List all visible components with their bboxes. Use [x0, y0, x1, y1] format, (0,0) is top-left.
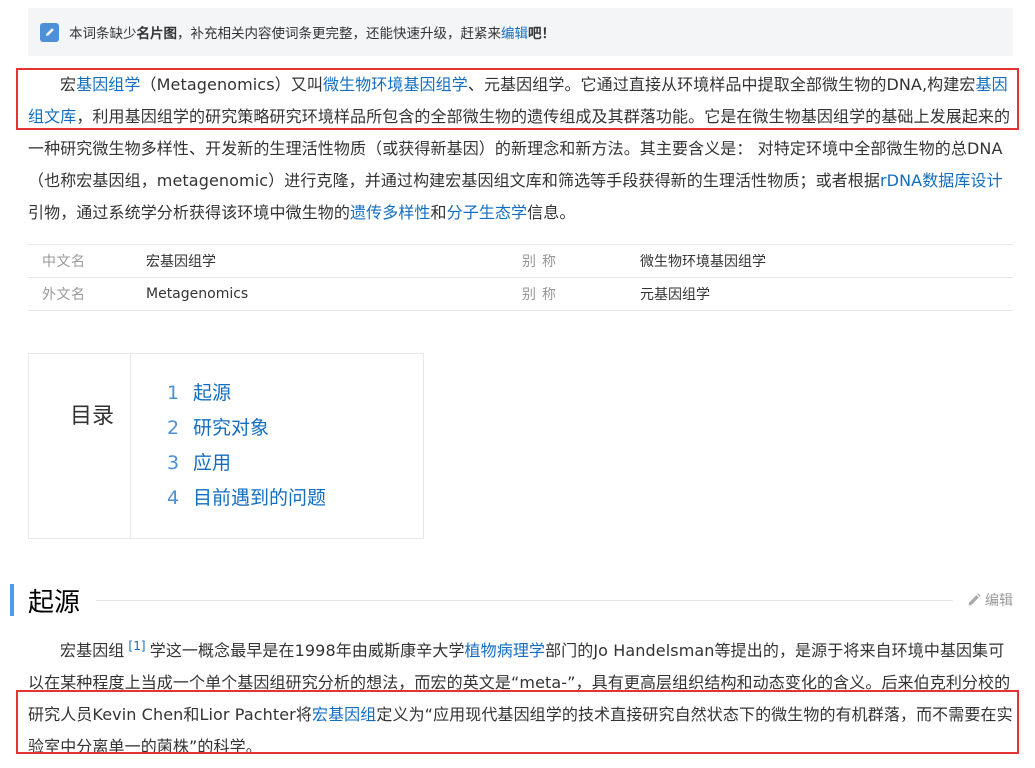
link-genomics[interactable]: 基因组学: [76, 75, 140, 94]
reference-link[interactable]: [1]: [128, 639, 145, 653]
link-genetic-diversity[interactable]: 遗传多样性: [350, 203, 431, 222]
basic-info-value: 微生物环境基因组学: [640, 254, 766, 270]
basic-info-value: 元基因组学: [640, 287, 710, 303]
section-edit-button[interactable]: 编辑: [967, 590, 1013, 610]
basic-info-key: 别称: [522, 254, 562, 270]
basic-info-key: 中文名: [42, 254, 86, 270]
catalog-item[interactable]: 1 起源: [167, 376, 326, 411]
basic-info-key: 别称: [522, 287, 562, 303]
intro-paragraph: 宏基因组学（Metagenomics）又叫微生物环境基因组学、元基因组学。它通过…: [28, 75, 1011, 222]
basic-info-row: 中文名 宏基因组学 别称 微生物环境基因组学: [28, 244, 1013, 278]
notice-text-pre: 本词条缺少: [69, 26, 137, 42]
basic-info-row: 外文名 Metagenomics 别称 元基因组学: [28, 278, 1013, 311]
basic-info-table: 中文名 宏基因组学 别称 微生物环境基因组学 外文名 Metagenomics …: [28, 244, 1013, 311]
section-accent-bar: [10, 584, 14, 616]
section-title: 起源: [28, 587, 81, 618]
catalog-box: 目录 1 起源 2 研究对象 3 应用 4 目前遇到的问题: [28, 353, 424, 539]
notice-bar: 本词条缺少 名片图 ，补充相关内容使词条更完整，还能快速升级，赶紧来 编辑 吧！: [28, 8, 1013, 56]
basic-info-value: Metagenomics: [146, 286, 249, 302]
origin-paragraph: 宏基因组 [1] 学这一概念最早是在1998年由威斯康辛大学植物病理学部门的Jo H…: [28, 639, 1013, 756]
link-metagenome[interactable]: 宏基因组: [312, 705, 376, 724]
link-plant-pathology[interactable]: 植物病理学: [465, 641, 546, 660]
section-divider: [96, 599, 953, 601]
notice-edit-link[interactable]: 编辑: [501, 22, 528, 42]
basic-info-value: 宏基因组学: [146, 254, 216, 270]
pencil-icon: [968, 593, 981, 606]
basic-info-key: 外文名: [42, 287, 86, 303]
notice-text-mid: ，补充相关内容使词条更完整，还能快速升级，赶紧来: [177, 26, 501, 42]
link-microbial-env-genomics[interactable]: 微生物环境基因组学: [323, 75, 468, 94]
catalog-list: 1 起源 2 研究对象 3 应用 4 目前遇到的问题: [131, 354, 326, 538]
pencil-icon: [40, 22, 59, 42]
catalog-item[interactable]: 4 目前遇到的问题: [167, 481, 326, 516]
notice-text-post: 吧！: [528, 26, 555, 42]
link-database-design[interactable]: 数据库设计: [922, 171, 1003, 190]
catalog-title: 目录: [29, 354, 131, 538]
section-header-origin: 起源 编辑: [10, 580, 1013, 620]
link-molecular-ecology[interactable]: 分子生态学: [447, 203, 528, 222]
catalog-item[interactable]: 3 应用: [167, 446, 326, 481]
link-rdna[interactable]: rDNA: [880, 171, 922, 190]
catalog-item[interactable]: 2 研究对象: [167, 411, 326, 446]
notice-bold: 名片图: [136, 26, 178, 42]
